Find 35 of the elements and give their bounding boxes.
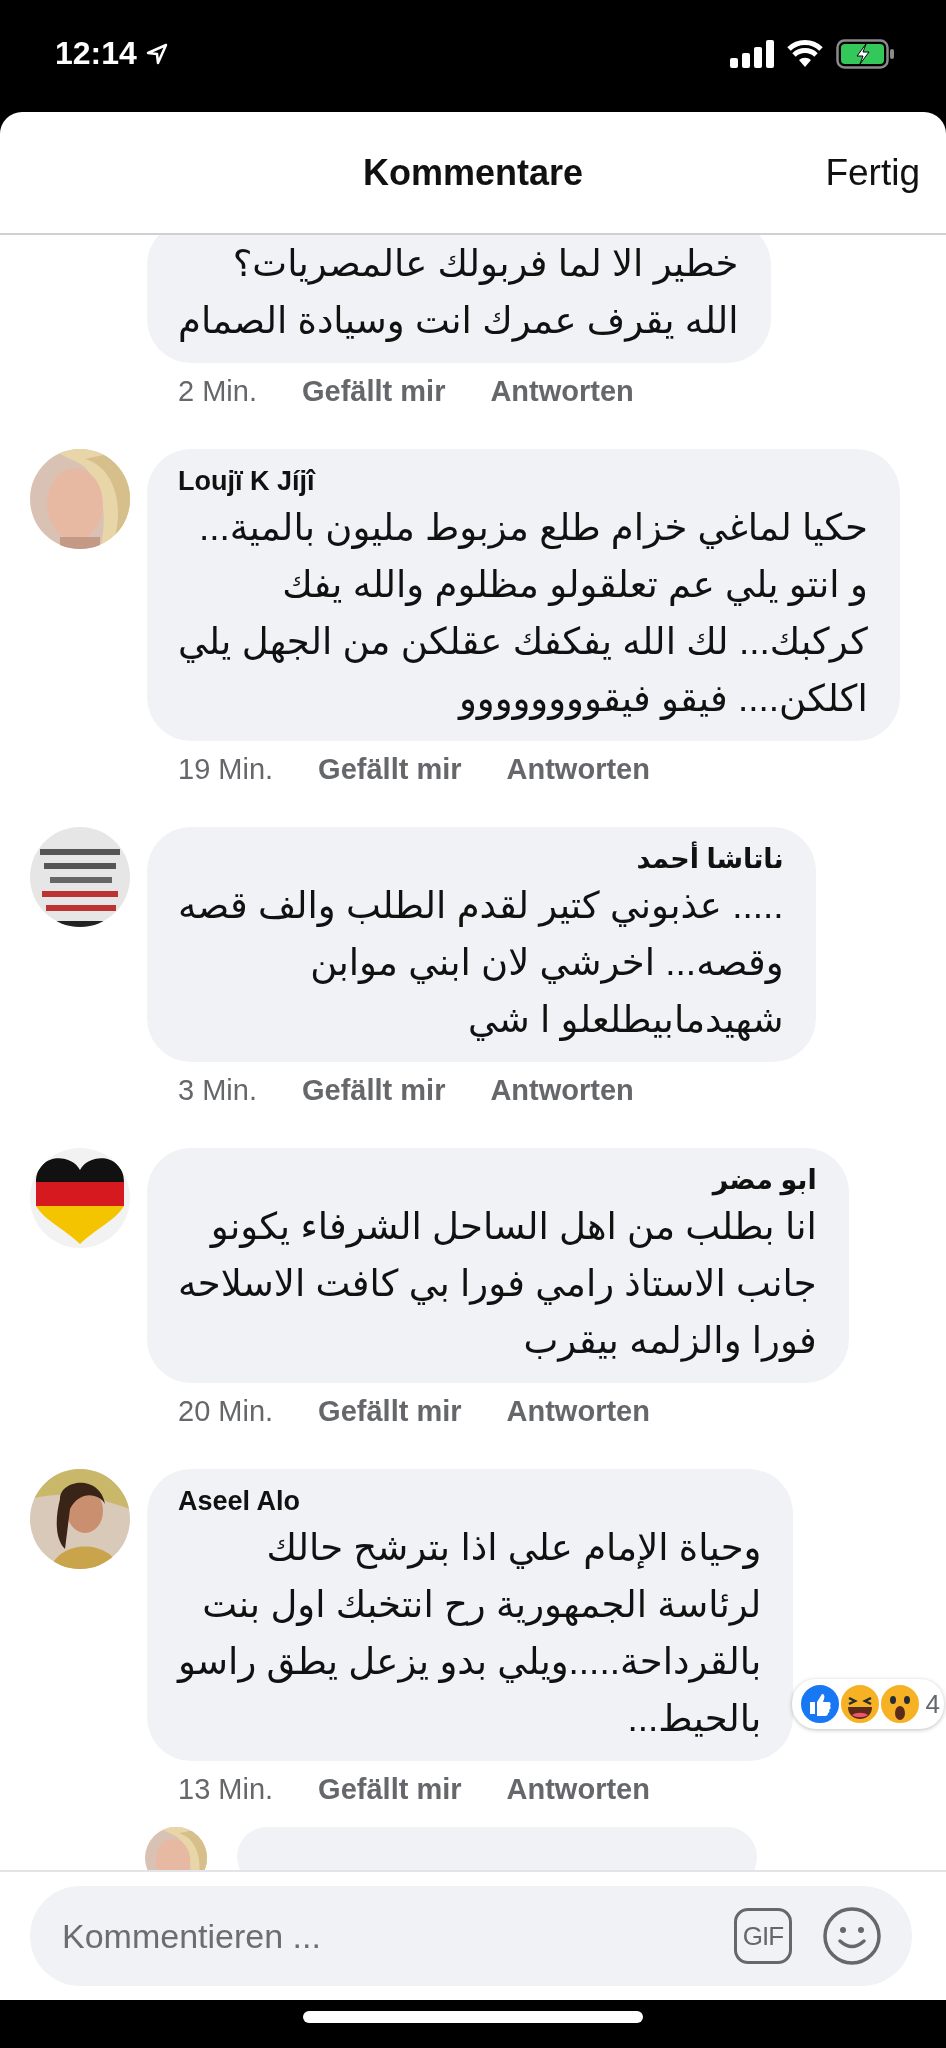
- reply-link[interactable]: Antworten: [490, 1073, 634, 1107]
- status-time: 12:14: [55, 35, 137, 72]
- commenter-name[interactable]: Loujï K Jíjî: [178, 463, 868, 499]
- signal-icon: [730, 39, 774, 68]
- comment-time: 19 Min.: [178, 752, 274, 786]
- comment-text: خطير الا لما فربولك عالمصريات؟ الله يقرف عمرك انت وسيادة الصمام: [178, 242, 739, 344]
- done-button[interactable]: Fertig: [825, 151, 920, 194]
- commenter-name[interactable]: ابو مضر: [178, 1162, 817, 1198]
- like-link[interactable]: Gefällt mir: [302, 374, 446, 408]
- reply-link[interactable]: Antworten: [506, 752, 650, 786]
- commenter-name[interactable]: ناتاشا أحمد: [178, 841, 784, 877]
- comment-time: 20 Min.: [178, 1394, 274, 1428]
- battery-charging-icon: [836, 38, 896, 69]
- location-arrow-icon: [144, 41, 169, 66]
- emoji-icon[interactable]: [822, 1906, 882, 1966]
- comment-input-field[interactable]: Kommentieren ... GIF: [30, 1886, 912, 1986]
- reply-link[interactable]: Antworten: [490, 374, 634, 408]
- wifi-icon: [786, 39, 824, 68]
- like-link[interactable]: Gefällt mir: [318, 1394, 462, 1428]
- comment-text: وحياة الإمام علي اذا بترشح حالك لرئاسة الجمهورية رح انتخبك اول بنت بالقرداحة.....ويلي بدو يزعل يطق راسو بالحيط...: [178, 1526, 762, 1741]
- like-link[interactable]: Gefällt mir: [302, 1073, 446, 1107]
- comment-text: انا بطلب من اهل الساحل الشرفاء يكونو جانب الاستاذ رامي فورا بي كافت الاسلاحه فورا والزلمه بيقرب: [178, 1205, 817, 1364]
- commenter-name[interactable]: Aseel Alo: [178, 1483, 762, 1519]
- comment-time: 13 Min.: [178, 1772, 274, 1806]
- reply-link[interactable]: Antworten: [506, 1772, 650, 1806]
- sheet-title: Kommentare: [362, 151, 584, 194]
- like-link[interactable]: Gefällt mir: [318, 752, 462, 786]
- comment-text: حكيا لماغي خزام طلع مزبوط مليون بالمية... و انتو يلي عم تعلقولو مظلوم والله يفك كركبك... لك الله يفكفك عقلكن من الجهل يلي اكلكن.... فيقو فيقوووووووو: [178, 506, 868, 722]
- like-link[interactable]: Gefällt mir: [318, 1772, 462, 1806]
- reply-link[interactable]: Antworten: [506, 1394, 650, 1428]
- gif-button[interactable]: GIF: [734, 1908, 792, 1964]
- comment-text: ..... عذبوني كتير لقدم الطلب والف قصه وقصه... اخرشي لان ابني موابن شهيدمابيطلعلو ا شي: [178, 884, 784, 1043]
- comment-time: 2 Min.: [178, 374, 257, 408]
- comment-time: 3 Min.: [178, 1073, 257, 1107]
- reaction-summary[interactable]: 4: [791, 1679, 944, 1729]
